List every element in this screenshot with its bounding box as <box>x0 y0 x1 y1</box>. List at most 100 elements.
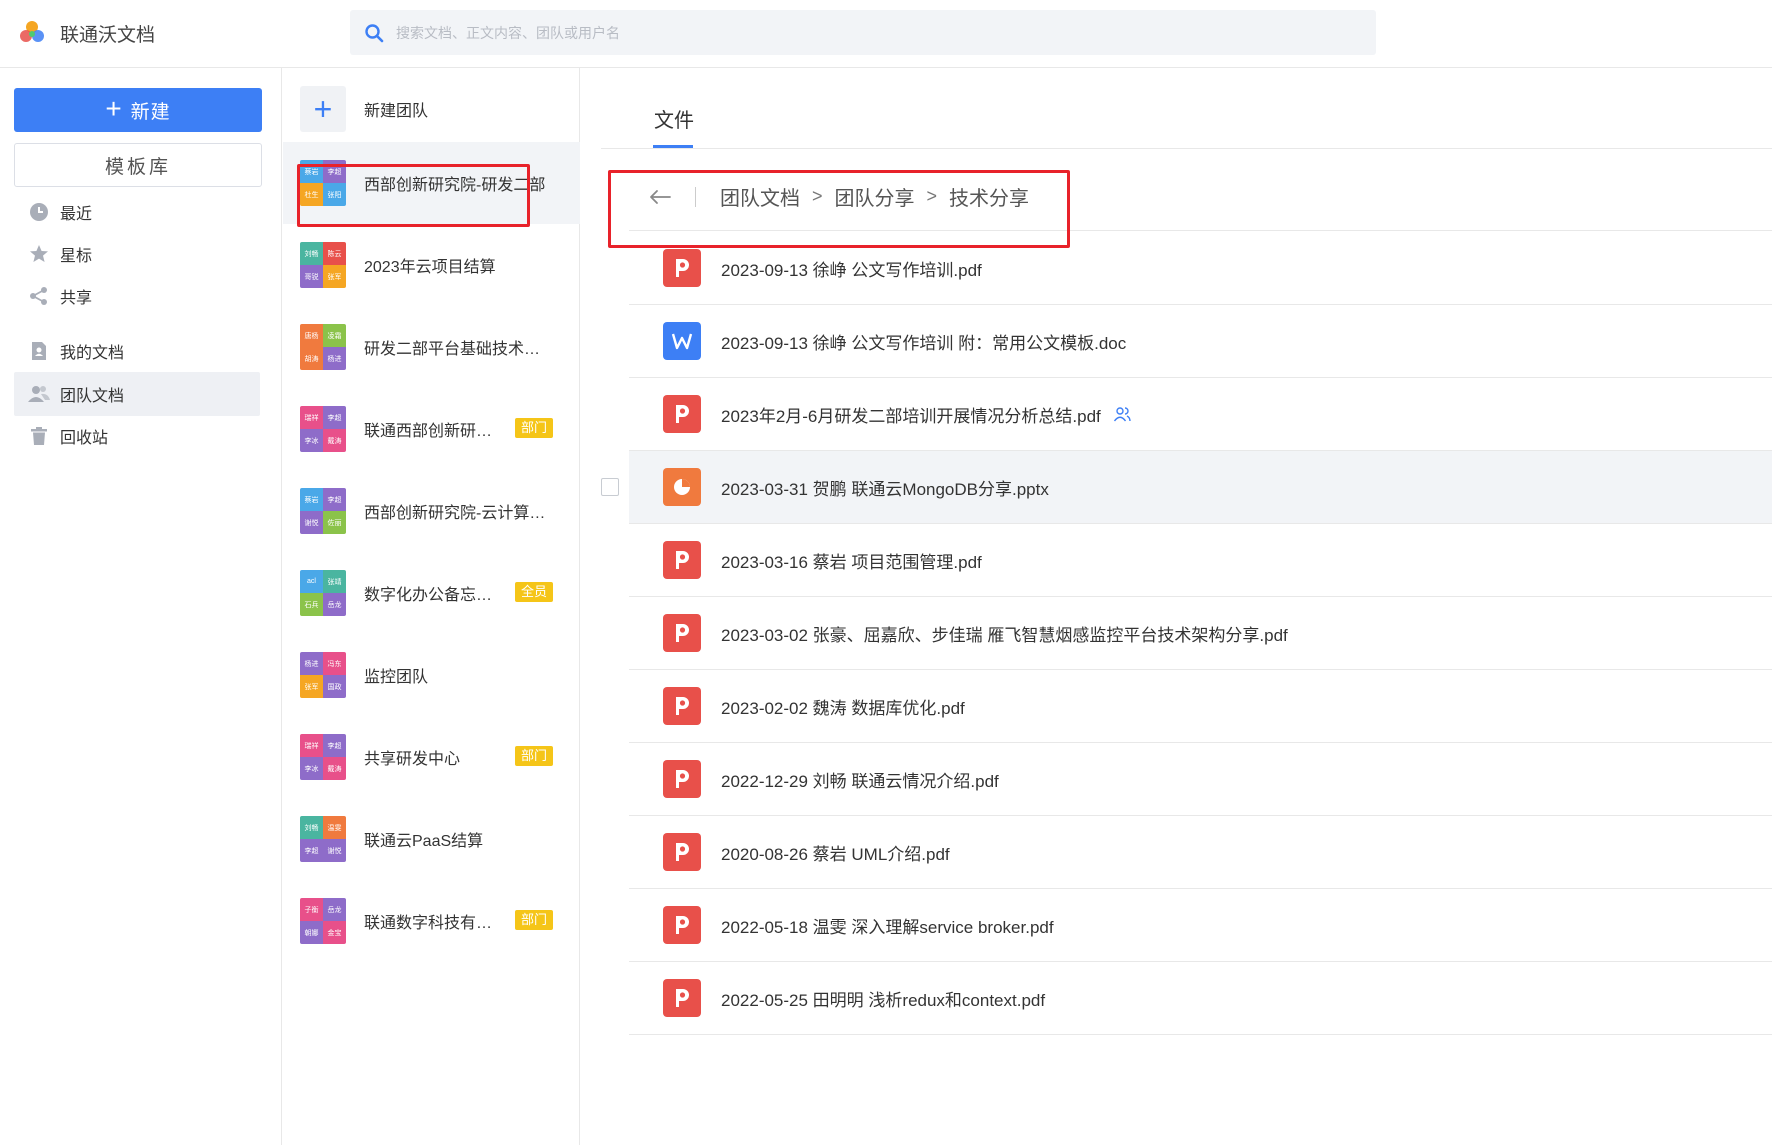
sidebar-item-label: 团队文档 <box>60 388 125 405</box>
sidebar-item-trash[interactable]: 回收站 <box>14 414 260 458</box>
avatar-member: 温雯 <box>323 816 346 839</box>
team-name: 2023年云项目结算 <box>364 259 496 276</box>
team-item[interactable]: 瑞祥 李超 李冰 戴涛 联通西部创新研… 部门 <box>283 388 580 470</box>
team-badge: 部门 <box>514 910 553 930</box>
file-name[interactable]: 2023年2月-6月研发二部培训开展情况分析总结.pdf <box>721 402 1101 427</box>
team-item[interactable]: 蔡岩 李超 谢悦 佐丽 西部创新研究院-云计算… <box>283 470 580 552</box>
clock-icon <box>28 201 50 223</box>
avatar-member: 陈云 <box>323 242 346 265</box>
plus-icon: + <box>105 92 123 124</box>
avatar-member: 岳龙 <box>323 898 346 921</box>
file-row[interactable]: 2022-05-25 田明明 浅析redux和context.pdf <box>629 962 1772 1035</box>
pdf-file-icon <box>663 614 701 652</box>
sidebar-item-label: 星标 <box>60 248 93 265</box>
team-badge: 全员 <box>514 582 553 602</box>
sidebar-item-team-docs[interactable]: 团队文档 <box>14 372 260 416</box>
avatar-member: 胡涛 <box>300 347 323 370</box>
team-avatar: 瑞祥 李超 李冰 戴涛 <box>300 734 346 780</box>
file-name[interactable]: 2020-08-26 蔡岩 UML介绍.pdf <box>721 840 950 865</box>
file-row[interactable]: 2023-02-02 魏涛 数据库优化.pdf <box>629 670 1772 743</box>
avatar-member: 张靖 <box>323 570 346 593</box>
team-item[interactable]: 杨进 冯东 张军 国政 监控团队 <box>283 634 580 716</box>
file-name[interactable]: 2023-09-13 徐峥 公文写作培训 附：常用公文模板.doc <box>721 329 1126 354</box>
sidebar-item-my-docs[interactable]: 我的文档 <box>14 329 260 373</box>
file-name[interactable]: 2022-12-29 刘畅 联通云情况介绍.pdf <box>721 767 999 792</box>
file-name[interactable]: 2022-05-18 温雯 深入理解service broker.pdf <box>721 913 1054 938</box>
team-item[interactable]: 刘畅 陈云 哥锐 张军 2023年云项目结算 <box>283 224 580 306</box>
avatar-member: 蔡岩 <box>300 160 323 183</box>
avatar-member: 瑞祥 <box>300 406 323 429</box>
sidebar-item-starred[interactable]: 星标 <box>14 232 260 276</box>
avatar-member: 国政 <box>323 675 346 698</box>
team-name: 监控团队 <box>364 669 429 686</box>
team-item[interactable]: 瑞祥 李超 李冰 戴涛 共享研发中心 部门 <box>283 716 580 798</box>
file-name[interactable]: 2023-02-02 魏涛 数据库优化.pdf <box>721 694 965 719</box>
avatar-member: 刘畅 <box>300 242 323 265</box>
app-title: 联通沃文档 <box>60 25 156 46</box>
top-header: 联通沃文档 <box>0 0 1772 68</box>
new-team-button[interactable]: + 新建团队 <box>283 68 580 150</box>
row-checkbox[interactable] <box>601 478 619 496</box>
team-item[interactable]: acl 张靖 石兵 岳龙 数字化办公备忘… 全员 <box>283 552 580 634</box>
sidebar-item-label: 最近 <box>60 206 93 223</box>
sidebar-item-recent[interactable]: 最近 <box>14 190 260 234</box>
file-row[interactable]: 2020-08-26 蔡岩 UML介绍.pdf <box>629 816 1772 889</box>
file-name[interactable]: 2023-09-13 徐峥 公文写作培训.pdf <box>721 256 982 281</box>
breadcrumb-item[interactable]: 团队文档 <box>720 182 800 211</box>
template-library-button[interactable]: 模板库 <box>14 143 262 187</box>
file-row[interactable]: 2023-09-13 徐峥 公文写作培训 附：常用公文模板.doc <box>629 305 1772 378</box>
team-name: 共享研发中心 <box>364 751 461 768</box>
avatar-member: 朝娜 <box>300 921 323 944</box>
chevron-right-icon: > <box>926 186 938 206</box>
team-item[interactable]: 唐杨 凌霜 胡涛 杨进 研发二部平台基础技术… <box>283 306 580 388</box>
app-logo-icon[interactable] <box>18 18 46 46</box>
team-avatar: 蔡岩 李超 谢悦 佐丽 <box>300 488 346 534</box>
file-name[interactable]: 2023-03-31 贺鹏 联通云MongoDB分享.pptx <box>721 475 1049 500</box>
file-row[interactable]: 2023-03-31 贺鹏 联通云MongoDB分享.pptx <box>601 451 1772 524</box>
avatar-member: 李超 <box>323 160 346 183</box>
search-input[interactable] <box>396 10 1356 55</box>
team-item[interactable]: 蔡岩 李超 杜生 张阳 西部创新研究院-研发二部 <box>283 142 580 224</box>
pdf-file-icon <box>663 687 701 725</box>
breadcrumb-item[interactable]: 团队分享 <box>835 182 915 211</box>
file-name[interactable]: 2022-05-25 田明明 浅析redux和context.pdf <box>721 986 1045 1011</box>
file-row[interactable]: 2023-03-02 张豪、屈嘉欣、步佳瑞 雁飞智慧烟感监控平台技术架构分享.p… <box>629 597 1772 670</box>
team-avatar: 子衡 岳龙 朝娜 金宝 <box>300 898 346 944</box>
pdf-file-icon <box>663 249 701 287</box>
tab-files[interactable]: 文件 <box>654 104 694 133</box>
team-item[interactable]: 刘畅 温雯 李超 谢悦 联通云PaaS结算 <box>283 798 580 880</box>
team-avatar: 蔡岩 李超 杜生 张阳 <box>300 160 346 206</box>
breadcrumb: 团队文档 > 团队分享 > 技术分享 <box>629 163 1772 231</box>
sidebar-item-shared[interactable]: 共享 <box>14 274 260 318</box>
team-name: 西部创新研究院-研发二部 <box>364 177 546 194</box>
team-item[interactable]: 子衡 岳龙 朝娜 金宝 联通数字科技有… 部门 <box>283 880 580 962</box>
new-button[interactable]: + 新建 <box>14 88 262 132</box>
search-bar[interactable] <box>350 10 1376 55</box>
avatar-member: 刘畅 <box>300 816 323 839</box>
avatar-member: 凌霜 <box>323 324 346 347</box>
avatar-member: 杨进 <box>323 347 346 370</box>
file-row[interactable]: 2022-12-29 刘畅 联通云情况介绍.pdf <box>629 743 1772 816</box>
avatar-member: 子衡 <box>300 898 323 921</box>
avatar-member: 瑞祥 <box>300 734 323 757</box>
team-avatar: 瑞祥 李超 李冰 戴涛 <box>300 406 346 452</box>
team-name: 联通云PaaS结算 <box>364 833 484 850</box>
back-arrow-icon[interactable] <box>649 185 673 209</box>
file-row[interactable]: 2023-09-13 徐峥 公文写作培训.pdf <box>629 232 1772 305</box>
breadcrumb-divider <box>695 186 696 207</box>
file-row[interactable]: 2022-05-18 温雯 深入理解service broker.pdf <box>629 889 1772 962</box>
trash-icon <box>28 425 50 447</box>
avatar-member: 戴涛 <box>323 757 346 780</box>
avatar-member: 张阳 <box>323 183 346 206</box>
file-row[interactable]: 2023年2月-6月研发二部培训开展情况分析总结.pdf <box>629 378 1772 451</box>
avatar-member: 谢悦 <box>300 511 323 534</box>
file-name[interactable]: 2023-03-16 蔡岩 项目范围管理.pdf <box>721 548 982 573</box>
avatar-member: 张军 <box>300 675 323 698</box>
team-avatar: 刘畅 陈云 哥锐 张军 <box>300 242 346 288</box>
team-avatar: 唐杨 凌霜 胡涛 杨进 <box>300 324 346 370</box>
avatar-member: 李超 <box>300 839 323 862</box>
my-doc-icon <box>28 340 50 362</box>
file-name[interactable]: 2023-03-02 张豪、屈嘉欣、步佳瑞 雁飞智慧烟感监控平台技术架构分享.p… <box>721 621 1288 646</box>
file-row[interactable]: 2023-03-16 蔡岩 项目范围管理.pdf <box>629 524 1772 597</box>
avatar-member: 李冰 <box>300 757 323 780</box>
